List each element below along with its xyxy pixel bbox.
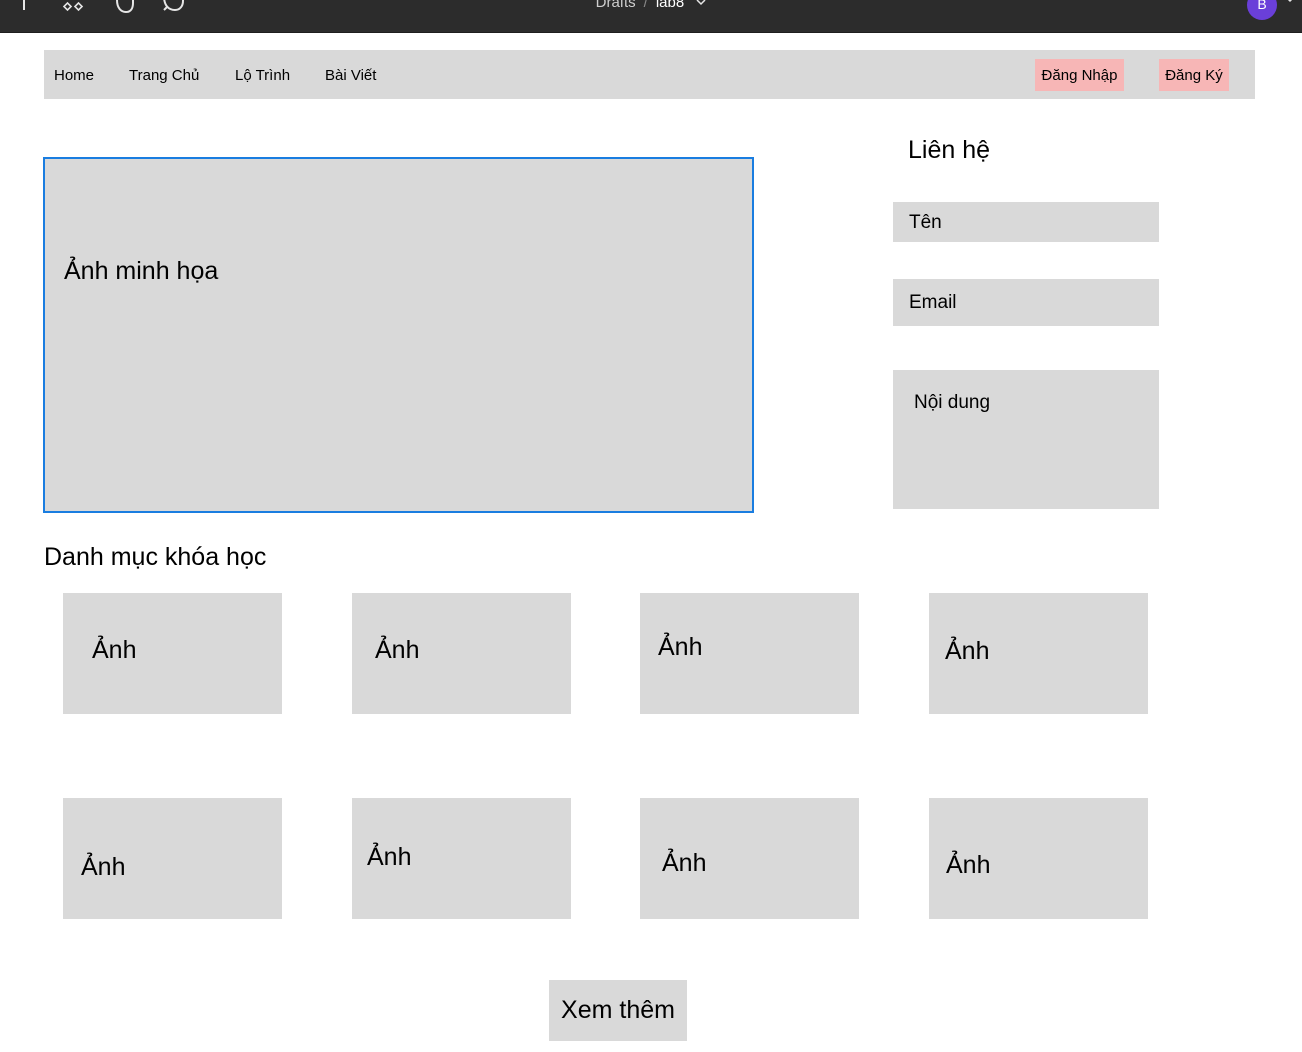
editor-toolbar: Drafts / lab8 B (0, 0, 1302, 33)
message-field[interactable]: Nội dung (893, 370, 1159, 509)
course-card[interactable]: Ảnh (929, 593, 1148, 714)
nav-item-bai-viet[interactable]: Bài Viết (325, 67, 376, 84)
nav-item-trang-chu[interactable]: Trang Chủ (129, 67, 199, 84)
course-image-label: Ảnh (92, 636, 137, 664)
course-image-label: Ảnh (375, 636, 420, 664)
course-image-label: Ảnh (946, 851, 991, 879)
login-button[interactable]: Đăng Nhập (1035, 59, 1124, 91)
email-field-label: Email (909, 292, 957, 313)
course-image-label: Ảnh (662, 849, 707, 877)
nav-item-lo-trinh[interactable]: Lộ Trình (235, 67, 290, 84)
course-card[interactable]: Ảnh (63, 798, 282, 919)
breadcrumb-file-name[interactable]: lab8 (656, 0, 684, 11)
hero-image-label: Ảnh minh họa (64, 257, 219, 285)
course-card[interactable]: Ảnh (640, 593, 859, 714)
course-image-label: Ảnh (81, 853, 126, 881)
breadcrumb-project[interactable]: Drafts (596, 0, 636, 11)
message-field-label: Nội dung (914, 392, 991, 413)
breadcrumb-separator: / (643, 0, 648, 11)
course-card[interactable]: Ảnh (63, 593, 282, 714)
courses-title: Danh mục khóa học (44, 543, 267, 571)
navbar: Home Trang Chủ Lộ Trình Bài Viết Đăng Nh… (44, 50, 1255, 99)
course-image-label: Ảnh (367, 843, 412, 871)
user-avatar[interactable]: B (1247, 0, 1277, 20)
course-card[interactable]: Ảnh (929, 798, 1148, 919)
contact-title: Liên hệ (908, 136, 991, 164)
course-card[interactable]: Ảnh (352, 593, 571, 714)
course-image-label: Ảnh (658, 633, 703, 661)
course-image-label: Ảnh (945, 637, 990, 665)
course-card[interactable]: Ảnh (352, 798, 571, 919)
chevron-down-icon[interactable] (1284, 0, 1296, 6)
name-field-label: Tên (909, 212, 942, 233)
see-more-button[interactable]: Xem thêm (549, 980, 687, 1041)
nav-item-home[interactable]: Home (54, 67, 94, 84)
chevron-down-icon[interactable] (696, 0, 706, 7)
file-breadcrumb: Drafts / lab8 (0, 0, 1302, 11)
name-field[interactable]: Tên (893, 202, 1159, 242)
hero-image-placeholder[interactable]: Ảnh minh họa (43, 157, 754, 513)
course-card[interactable]: Ảnh (640, 798, 859, 919)
avatar-initial: B (1257, 0, 1267, 12)
register-button[interactable]: Đăng Ký (1159, 59, 1229, 91)
email-field[interactable]: Email (893, 279, 1159, 326)
